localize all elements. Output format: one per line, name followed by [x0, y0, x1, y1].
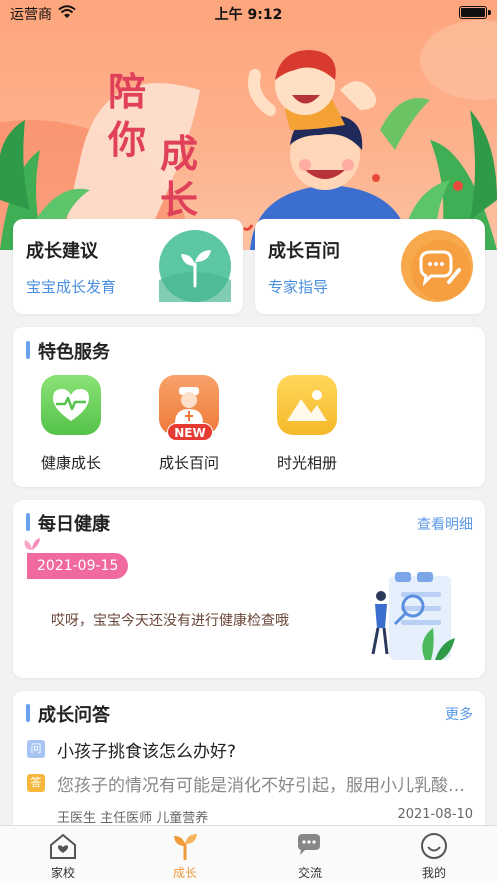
battery-icon — [459, 6, 491, 19]
hero-banner[interactable]: 陪 你 成 长 — [0, 0, 497, 250]
service-label: 成长百问 — [158, 454, 219, 472]
answer-date: 2021-08-10 — [397, 807, 473, 822]
service-photo-album[interactable]: 时光相册 — [267, 375, 347, 473]
tab-label: 家校 — [50, 866, 75, 880]
card-subtitle: 宝宝成长发育 — [26, 278, 117, 296]
clock: 上午 9:12 — [214, 7, 283, 23]
sprout-icon — [174, 834, 197, 860]
health-message: 哎呀，宝宝今天还没有进行健康检查哦 — [51, 613, 289, 629]
growth-advice-card[interactable]: 成长建议 宝宝成长发育 — [13, 219, 243, 314]
tab-label: 成长 — [172, 866, 197, 880]
question-tag: 问 — [27, 740, 45, 758]
tab-mine[interactable]: 我的 — [394, 832, 474, 881]
section-title: 成长问答 — [26, 701, 110, 727]
growth-qa-card[interactable]: 成长百问 专家指导 — [255, 219, 485, 314]
qa-answer-row[interactable]: 答 您孩子的情况有可能是消化不好引起，服用小儿乳酸菌... — [27, 771, 473, 796]
answer-author: 王医生 主任医师 儿童营养 — [57, 811, 209, 826]
answer-tag: 答 — [27, 774, 45, 792]
card-title: 成长百问 — [268, 241, 340, 262]
tab-exchange[interactable]: 交流 — [270, 832, 350, 881]
chat-pencil-icon — [401, 230, 473, 302]
answer-meta: 王医生 主任医师 儿童营养 2021-08-10 — [57, 807, 473, 826]
service-label: 时光相册 — [276, 454, 337, 472]
question-text: 小孩子挑食该怎么办好? — [57, 742, 237, 762]
tab-label: 我的 — [421, 866, 446, 880]
view-details-link[interactable]: 查看明细 — [417, 514, 473, 534]
more-link[interactable]: 更多 — [445, 704, 473, 724]
heart-pulse-icon — [41, 375, 101, 435]
qa-question-row[interactable]: 问 小孩子挑食该怎么办好? — [27, 737, 473, 762]
butterfly-icon — [24, 538, 40, 550]
service-healthy-growth[interactable]: 健康成长 — [31, 375, 111, 473]
daily-health-section: 每日健康 查看明细 2021-09-15 哎呀，宝宝今天还没有进行健康检查哦 — [13, 500, 485, 678]
answer-text: 您孩子的情况有可能是消化不好引起，服用小儿乳酸菌... — [57, 776, 473, 796]
card-subtitle: 专家指导 — [268, 278, 329, 296]
hero-illustration — [0, 20, 497, 250]
slogan-char: 成 — [160, 131, 199, 176]
tab-label: 交流 — [297, 866, 322, 880]
new-badge: NEW — [167, 423, 213, 441]
smile-icon — [421, 833, 447, 859]
growth-qa-section: 成长问答 更多 问 小孩子挑食该怎么办好? 答 您孩子的情况有可能是消化不好引起… — [13, 691, 485, 836]
health-check-illustration — [371, 572, 455, 660]
tab-growth[interactable]: 成长 — [145, 832, 225, 881]
chat-bubbles-icon — [298, 834, 320, 855]
tab-home-school[interactable]: 家校 — [23, 832, 103, 881]
service-label: 健康成长 — [40, 454, 101, 472]
doctor-icon: NEW — [159, 375, 219, 441]
status-bar: 运营商 上午 9:12 — [0, 0, 497, 26]
slogan-char: 你 — [108, 117, 147, 162]
mountain-photo-icon — [277, 375, 337, 435]
section-title: 每日健康 — [26, 510, 110, 536]
section-title: 特色服务 — [26, 338, 110, 364]
tab-bar: 家校 成长 交流 我的 — [0, 825, 497, 883]
featured-services-section: 特色服务 健康成长 NEW 成长百问 时光相册 — [13, 327, 485, 487]
slogan-char: 长 — [160, 177, 199, 222]
card-title: 成长建议 — [26, 241, 98, 262]
house-heart-icon — [50, 833, 76, 859]
slogan-char: 陪 — [108, 69, 147, 114]
service-growth-qa[interactable]: NEW 成长百问 — [149, 375, 229, 473]
sprout-icon — [159, 230, 231, 302]
